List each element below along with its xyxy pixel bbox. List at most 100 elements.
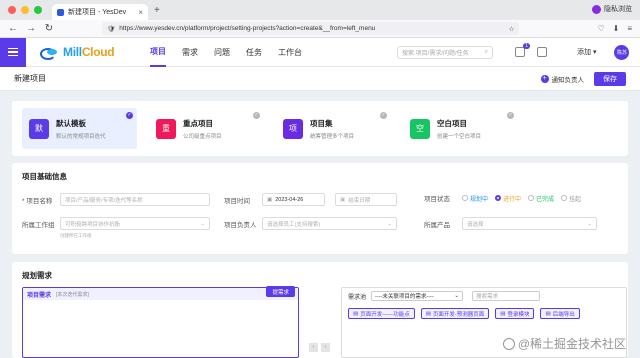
maximize-window-button[interactable] [34, 6, 42, 14]
chevron-down-icon: ⌄ [454, 293, 460, 299]
logo[interactable]: MillCloud [40, 45, 140, 60]
basic-info-section: 项目基础信息 * 项目名称 项目/产品/服务/专项/迭代等名称 项目时间 ▣ 20… [12, 163, 628, 254]
move-left-icon[interactable]: ‹ [309, 343, 318, 352]
template-name: 空白项目 [437, 118, 467, 128]
template-name: 默认模板 [56, 118, 86, 128]
pool-label: 需求池 [348, 294, 367, 301]
template-icon: 默 [29, 118, 49, 139]
check-icon: ✓ [380, 112, 387, 119]
requirements-title: 项目需求 [27, 292, 52, 299]
workgroup-hint: 创建所在工作组 [60, 233, 92, 238]
nav-item-projects[interactable]: 项目 [150, 38, 166, 67]
template-icon: 重 [156, 118, 176, 139]
chevron-down-icon: ⌄ [587, 220, 592, 227]
back-icon[interactable]: ← [8, 23, 18, 34]
nav-item-issues[interactable]: 问题 [214, 38, 230, 67]
extensions-icon[interactable]: ⬇ [613, 24, 620, 33]
private-mask-icon [592, 4, 601, 14]
watermark-icon [502, 337, 515, 350]
url-text: https://www.yesdev.cn/platform/project/s… [119, 25, 376, 32]
project-name-input[interactable]: 项目/产品/服务/专项/迭代等名称 [60, 193, 210, 206]
start-date-input[interactable]: ▣ 2023-04-26 [262, 193, 325, 206]
template-desc: 公司级重点项目 [183, 133, 222, 140]
pocket-icon[interactable]: ♡ [597, 24, 604, 33]
nav-item-workbench[interactable]: 工作台 [278, 38, 302, 67]
requirement-chip[interactable]: ▤ 页面开发-预测器页面 [420, 308, 490, 319]
requirement-chip[interactable]: ▤ 后端导出 [540, 308, 580, 319]
hamburger-menu-icon[interactable] [0, 37, 26, 67]
status-radio-in-progress[interactable]: 进行中 [495, 194, 521, 203]
browser-tab-bar: 新建项目 - YesDev × + 隐私浏览 [0, 0, 640, 20]
pool-search-input[interactable]: 搜索需求 [472, 291, 541, 301]
menu-icon[interactable]: ≡ [627, 24, 632, 33]
nav-item-requirements[interactable]: 需求 [182, 38, 198, 67]
workgroup-select[interactable]: 可积极跨项目协作抗衡 ⌄ [60, 217, 210, 230]
project-name-label: * 项目名称 [22, 197, 53, 205]
add-button[interactable]: 添加 ▾ [577, 47, 596, 57]
template-name: 项目集 [310, 118, 333, 128]
browser-toolbar: ← → ↻ 🛡 https://www.yesdev.cn/platform/p… [0, 20, 640, 38]
page-title-bar: 新建项目 + 通知负责人 保存 [0, 67, 640, 91]
close-window-button[interactable] [8, 6, 16, 14]
forward-icon[interactable]: → [26, 23, 36, 34]
status-radio-done[interactable]: 已完成 [528, 194, 554, 203]
status-radio-suspended[interactable]: 挂起 [561, 194, 581, 203]
template-selector: 默 默认模板 默认的常规项目迭代 ✓ 重 重点项目 公司级重点项目 ✓ 项 项目集统… [12, 101, 628, 156]
notify-owner-button[interactable]: + 通知负责人 [540, 74, 584, 84]
notification-icon[interactable]: 1 [515, 43, 530, 57]
template-card-default[interactable]: 默 默认模板默认的常规项目迭代 ✓ [22, 108, 137, 149]
global-search-input[interactable]: 搜索:项目/需求/问题/任务 ⌕ [397, 45, 493, 59]
tab-close-icon[interactable]: × [138, 8, 143, 17]
logo-mark-icon [40, 47, 60, 60]
logo-text: MillCloud [63, 45, 115, 59]
calendar-icon: ▣ [340, 196, 346, 203]
pool-select[interactable]: ----未关联项目的需求---- ⌄ [371, 291, 464, 301]
avatar[interactable]: 陈苏 [614, 44, 630, 60]
bookmark-star-icon[interactable]: ☆ [509, 25, 515, 33]
doc-icon: ▤ [545, 310, 551, 317]
project-time-label: 项目时间 [224, 197, 250, 205]
reload-icon[interactable]: ↻ [44, 23, 54, 34]
move-right-icon[interactable]: › [321, 343, 330, 352]
workgroup-label: 所属工作组 [22, 221, 55, 229]
save-button[interactable]: 保存 [594, 71, 626, 86]
end-date-input[interactable]: ▣ 结束日期 [335, 193, 397, 206]
section-title: 项目基础信息 [22, 172, 67, 181]
minimize-window-button[interactable] [21, 6, 29, 14]
check-icon: ✓ [253, 112, 260, 119]
search-icon: ⌕ [484, 48, 488, 55]
template-desc: 统筹管理多个项目 [310, 133, 355, 140]
private-label: 隐私浏览 [604, 6, 632, 13]
app-header: MillCloud 项目 需求 问题 任务 工作台 搜索:项目/需求/问题/任务… [0, 37, 640, 67]
status-radio-planning[interactable]: 规划中 [462, 194, 488, 203]
calendar-icon: ▣ [267, 196, 273, 203]
requirements-subtitle: [本次迭代需求] [56, 291, 89, 298]
address-bar[interactable]: 🛡 https://www.yesdev.cn/platform/project… [102, 22, 520, 35]
notification-badge: 1 [523, 43, 530, 49]
template-desc: 默认的常规项目迭代 [56, 133, 106, 140]
requirement-chip[interactable]: ▤ 页面开发——功能点 [348, 308, 415, 319]
product-label: 所属产品 [424, 221, 450, 229]
nav-item-tasks[interactable]: 任务 [246, 38, 262, 67]
new-tab-icon[interactable]: + [154, 5, 160, 16]
tab-title: 新建项目 - YesDev [68, 9, 127, 16]
template-name: 重点项目 [183, 118, 213, 128]
status-radio-group: 规划中 进行中 已完成 挂起 [462, 194, 581, 203]
window-controls [8, 6, 42, 14]
template-card-blank[interactable]: 空 空白项目 创建一个空白项目 ✓ [403, 108, 518, 149]
check-icon: ✓ [126, 112, 133, 119]
favicon-icon [57, 8, 64, 16]
browser-tab[interactable]: 新建项目 - YesDev × [52, 4, 148, 20]
add-requirement-button[interactable]: 提需求 [266, 286, 295, 297]
requirement-chip-list: ▤ 页面开发——功能点 ▤ 页面开发-预测器页面 ▤ 登录模块 ▤ 后端导出 [348, 308, 620, 319]
template-card-program[interactable]: 项 项目集 统筹管理多个项目 ✓ [276, 108, 391, 149]
requirement-chip[interactable]: ▤ 登录模块 [495, 308, 535, 319]
chevron-down-icon: ⌄ [200, 220, 205, 227]
transfer-controls: ‹ › [309, 343, 330, 352]
template-card-key[interactable]: 重 重点项目公司级重点项目 ✓ [149, 108, 264, 149]
project-owner-select[interactable]: 请选择员工(支持搜索) ⌄ [262, 217, 397, 230]
help-icon[interactable] [537, 47, 547, 57]
watermark: @稀土掘金技术社区 [502, 335, 626, 352]
check-icon: ✓ [507, 112, 514, 119]
product-select[interactable]: 请选择 ⌄ [462, 217, 597, 230]
